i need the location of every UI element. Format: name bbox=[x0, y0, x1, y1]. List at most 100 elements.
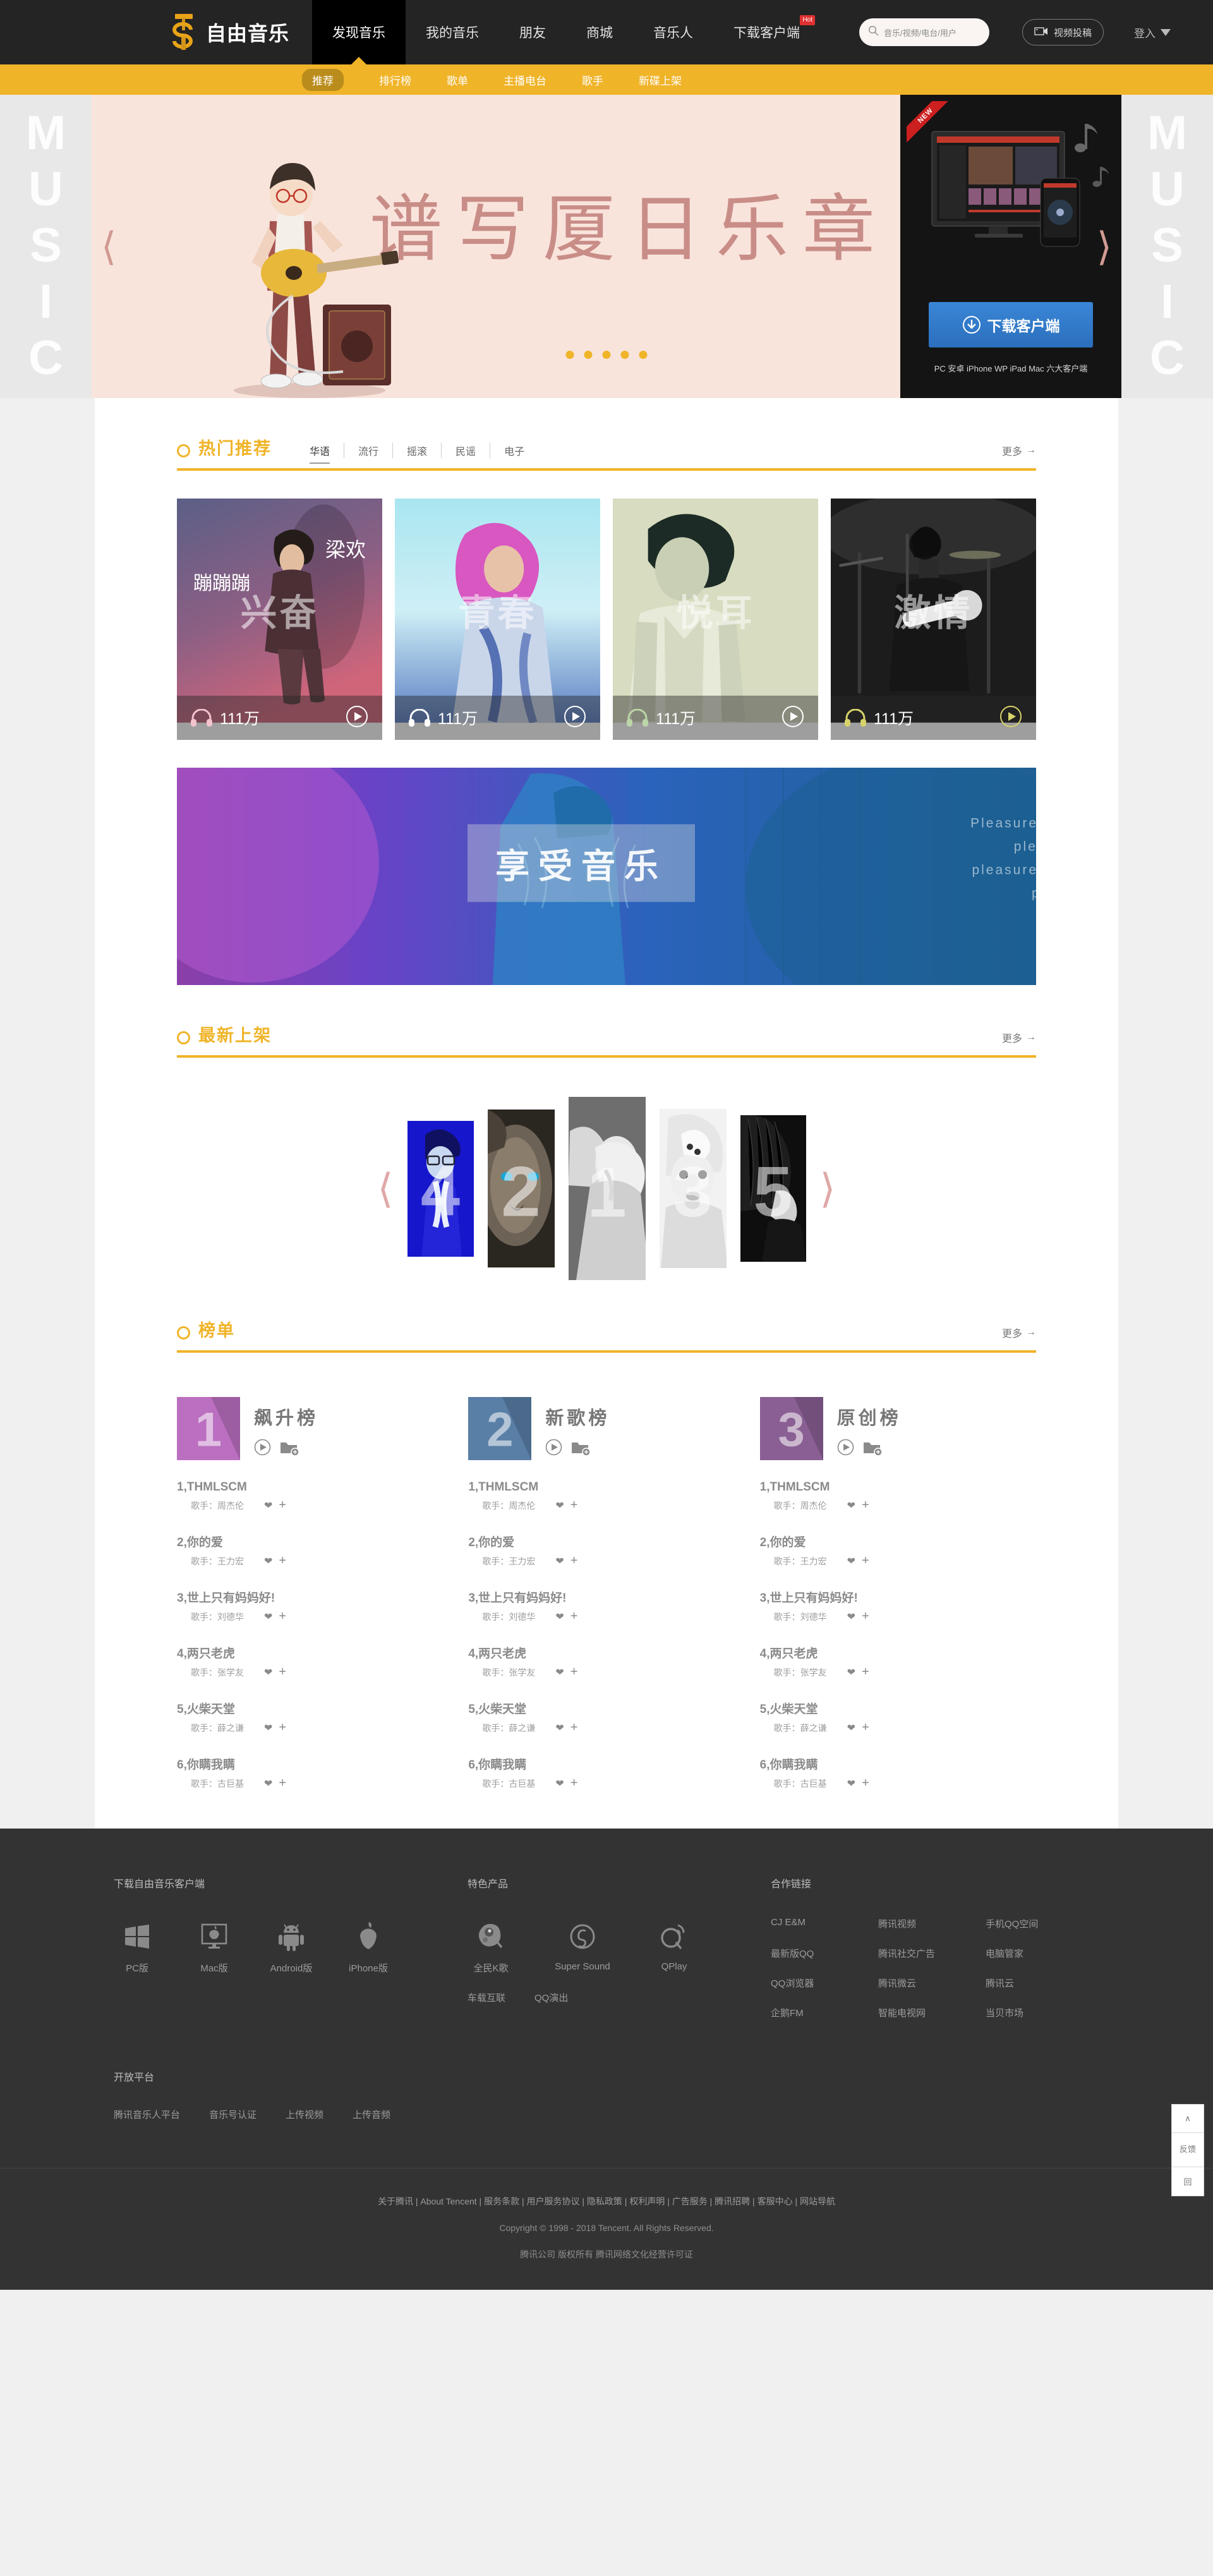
carousel-next-arrow[interactable]: ⟩ bbox=[820, 1165, 836, 1212]
add-icon[interactable]: + bbox=[862, 1498, 869, 1513]
add-icon[interactable]: + bbox=[279, 1776, 286, 1791]
genre-tab-pop[interactable]: 流行 bbox=[344, 443, 394, 458]
partner-link[interactable]: 腾讯云 bbox=[986, 1976, 1093, 1990]
play-button[interactable] bbox=[782, 705, 804, 731]
download-pc[interactable]: PC版 bbox=[114, 1917, 160, 1974]
add-to-folder-button[interactable] bbox=[571, 1439, 591, 1459]
favorite-icon[interactable]: ❤ bbox=[555, 1666, 564, 1679]
carousel-item[interactable]: 1 bbox=[568, 1097, 646, 1280]
login-button[interactable]: 登入 bbox=[1134, 25, 1171, 40]
newest-more-link[interactable]: 更多 → bbox=[1002, 1030, 1036, 1045]
song-row[interactable]: 1,THMLSCM 歌手：周杰伦 ❤ + bbox=[468, 1480, 744, 1513]
download-mac[interactable]: Mac版 bbox=[191, 1917, 238, 1974]
ranking-chart-header[interactable]: 1 飙升榜 bbox=[177, 1397, 453, 1460]
open-link-verify[interactable]: 音乐号认证 bbox=[209, 2108, 256, 2121]
add-to-folder-button[interactable] bbox=[280, 1439, 299, 1459]
add-icon[interactable]: + bbox=[279, 1720, 286, 1735]
genre-tab-rock[interactable]: 摇滚 bbox=[393, 443, 442, 458]
hero-pagination-dots[interactable] bbox=[565, 351, 648, 359]
favorite-icon[interactable]: ❤ bbox=[847, 1499, 855, 1512]
add-icon[interactable]: + bbox=[279, 1498, 286, 1513]
add-icon[interactable]: + bbox=[862, 1609, 869, 1624]
hot-card[interactable]: 青春 111万 bbox=[395, 499, 600, 740]
feedback-button[interactable]: 反馈 bbox=[1171, 2133, 1204, 2167]
nav-item-download-client[interactable]: 下载客户端 Hot bbox=[713, 0, 820, 64]
download-android[interactable]: Android版 bbox=[268, 1917, 315, 1974]
song-row[interactable]: 2,你的爱 歌手：王力宏 ❤ + bbox=[468, 1533, 744, 1568]
favorite-icon[interactable]: ❤ bbox=[264, 1666, 272, 1679]
song-row[interactable]: 6,你瞒我瞒 歌手：古巨基 ❤ + bbox=[177, 1755, 453, 1791]
footer-legal-links[interactable]: 关于腾讯 | About Tencent | 服务条款 | 用户服务协议 | 隐… bbox=[0, 2195, 1213, 2208]
subnav-item-radio[interactable]: 主播电台 bbox=[504, 72, 546, 88]
song-row[interactable]: 2,你的爱 歌手：王力宏 ❤ + bbox=[760, 1533, 1036, 1568]
play-button[interactable] bbox=[564, 705, 586, 731]
favorite-icon[interactable]: ❤ bbox=[847, 1722, 855, 1734]
hero-dot-2[interactable] bbox=[584, 351, 593, 359]
partner-link[interactable]: QQ浏览器 bbox=[771, 1976, 878, 1990]
partner-link[interactable]: 当贝市场 bbox=[986, 2006, 1093, 2019]
partner-link[interactable]: 腾讯微云 bbox=[878, 1976, 986, 1990]
partner-link[interactable]: 腾讯社交广告 bbox=[878, 1947, 986, 1960]
partner-link[interactable]: 手机QQ空间 bbox=[986, 1917, 1093, 1930]
hot-more-link[interactable]: 更多 → bbox=[1002, 443, 1036, 458]
ranking-chart-header[interactable]: 2 新歌榜 bbox=[468, 1397, 744, 1460]
genre-tab-mandarin[interactable]: 华语 bbox=[296, 443, 345, 464]
hot-card[interactable]: 激情 111万 bbox=[831, 499, 1036, 740]
add-icon[interactable]: + bbox=[570, 1776, 578, 1791]
partner-link[interactable]: 智能电视网 bbox=[878, 2006, 986, 2019]
partner-link[interactable]: 企鹅FM bbox=[771, 2006, 878, 2019]
song-row[interactable]: 6,你瞒我瞒 歌手：古巨基 ❤ + bbox=[468, 1755, 744, 1791]
add-icon[interactable]: + bbox=[570, 1665, 578, 1679]
nav-item-my-music[interactable]: 我的音乐 bbox=[406, 0, 499, 64]
play-button[interactable] bbox=[346, 705, 368, 731]
carousel-item[interactable]: 4 bbox=[407, 1120, 474, 1257]
partner-link[interactable]: CJ E&M bbox=[771, 1917, 878, 1930]
download-iphone[interactable]: iPhone版 bbox=[345, 1917, 392, 1974]
carousel-item[interactable]: 5 bbox=[740, 1115, 806, 1262]
carousel-prev-arrow[interactable]: ⟨ bbox=[378, 1165, 394, 1212]
subnav-item-playlists[interactable]: 歌单 bbox=[447, 72, 468, 88]
song-row[interactable]: 5,火柴天堂 歌手：薛之谦 ❤ + bbox=[760, 1700, 1036, 1735]
favorite-icon[interactable]: ❤ bbox=[847, 1611, 855, 1623]
enjoy-music-banner[interactable]: 享受音乐 Pleasure w pleas pleasure w ple bbox=[177, 768, 1036, 985]
add-icon[interactable]: + bbox=[862, 1665, 869, 1679]
song-row[interactable]: 2,你的爱 歌手：王力宏 ❤ + bbox=[177, 1533, 453, 1568]
subnav-item-artists[interactable]: 歌手 bbox=[582, 72, 603, 88]
product-link-qqshow[interactable]: QQ演出 bbox=[534, 1991, 568, 2004]
song-row[interactable]: 3,世上只有妈妈好! 歌手：刘德华 ❤ + bbox=[177, 1588, 453, 1624]
favorite-icon[interactable]: ❤ bbox=[555, 1555, 564, 1568]
add-icon[interactable]: + bbox=[279, 1609, 286, 1624]
play-all-button[interactable] bbox=[254, 1439, 271, 1459]
genre-tab-electronic[interactable]: 电子 bbox=[490, 443, 538, 458]
back-to-top-button[interactable]: ∧ bbox=[1171, 2104, 1204, 2133]
favorite-icon[interactable]: ❤ bbox=[847, 1666, 855, 1679]
song-row[interactable]: 5,火柴天堂 歌手：薛之谦 ❤ + bbox=[468, 1700, 744, 1735]
nav-item-store[interactable]: 商城 bbox=[566, 0, 633, 64]
open-link-upload-video[interactable]: 上传视频 bbox=[286, 2108, 323, 2121]
favorite-icon[interactable]: ❤ bbox=[264, 1611, 272, 1623]
video-upload-button[interactable]: 视频投稿 bbox=[1022, 19, 1104, 45]
play-button[interactable] bbox=[999, 705, 1022, 731]
play-all-button[interactable] bbox=[837, 1439, 854, 1459]
song-row[interactable]: 3,世上只有妈妈好! 歌手：刘德华 ❤ + bbox=[468, 1588, 744, 1624]
favorite-icon[interactable]: ❤ bbox=[264, 1499, 272, 1512]
hero-dot-3[interactable] bbox=[602, 351, 611, 359]
subnav-item-new-albums[interactable]: 新碟上架 bbox=[639, 72, 682, 88]
hero-next-arrow[interactable]: ⟩ bbox=[1097, 224, 1112, 270]
partner-link[interactable]: 腾讯视频 bbox=[878, 1917, 986, 1930]
hero-prev-arrow[interactable]: ⟨ bbox=[101, 224, 116, 270]
favorite-icon[interactable]: ❤ bbox=[555, 1499, 564, 1512]
add-icon[interactable]: + bbox=[570, 1720, 578, 1735]
partner-link[interactable]: 最新版QQ bbox=[771, 1947, 878, 1960]
brand-logo[interactable]: 自由音乐 bbox=[169, 12, 289, 52]
search-input[interactable]: 音乐/视频/电台/用户 bbox=[859, 18, 990, 46]
song-row[interactable]: 5,火柴天堂 歌手：薛之谦 ❤ + bbox=[177, 1700, 453, 1735]
favorite-icon[interactable]: ❤ bbox=[847, 1555, 855, 1568]
product-supersound[interactable]: Super Sound bbox=[545, 1917, 620, 1974]
favorite-icon[interactable]: ❤ bbox=[264, 1555, 272, 1568]
song-row[interactable]: 4,两只老虎 歌手：张学友 ❤ + bbox=[468, 1644, 744, 1679]
product-kge[interactable]: 全民K歌 bbox=[468, 1917, 514, 1974]
nav-item-musician[interactable]: 音乐人 bbox=[633, 0, 713, 64]
subnav-item-charts[interactable]: 排行榜 bbox=[379, 72, 411, 88]
ranking-chart-header[interactable]: 3 原创榜 bbox=[759, 1397, 1036, 1460]
